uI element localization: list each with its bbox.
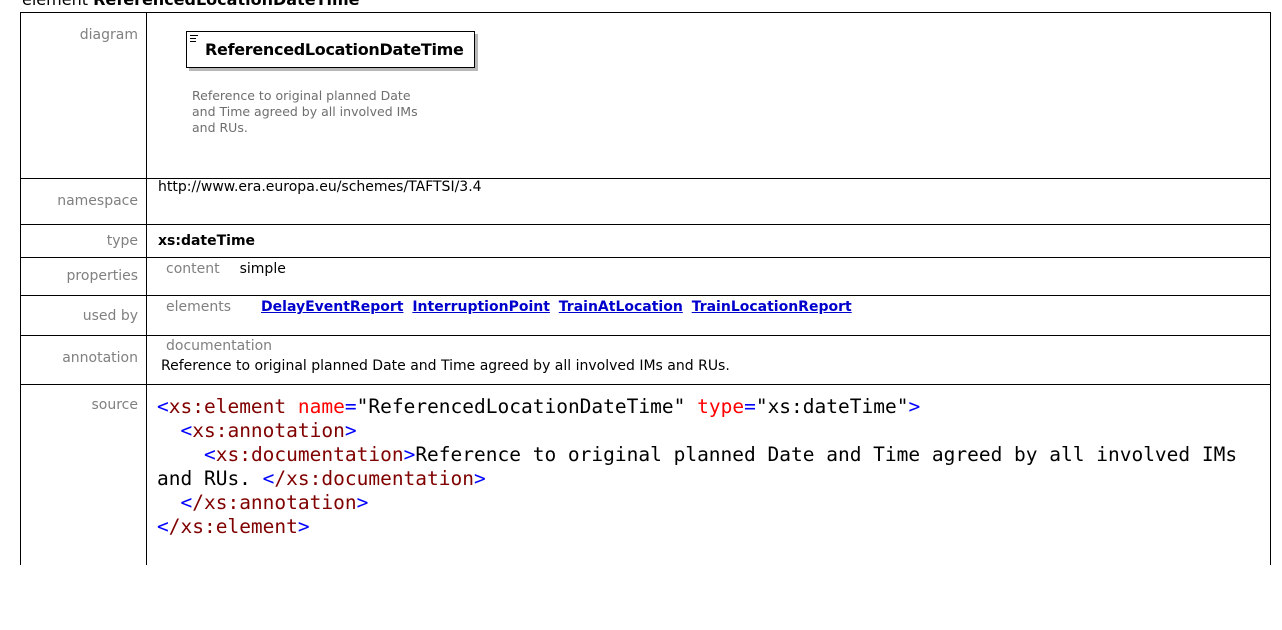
page-title-prefix: element [22, 0, 88, 9]
used-by-key: elements [166, 299, 232, 315]
page-title: element ReferencedLocationDateTime [22, 0, 359, 9]
link-interruption-point[interactable]: InterruptionPoint [412, 299, 550, 315]
annotation-row: annotation documentation Reference to or… [20, 335, 1271, 385]
properties-label: properties [20, 257, 147, 296]
namespace-label: namespace [20, 178, 147, 225]
type-label: type [20, 224, 147, 258]
used-by-row: used by elements DelayEventReport Interr… [20, 295, 1271, 336]
namespace-value: http://www.era.europa.eu/schemes/TAFTSI/… [146, 178, 1271, 225]
namespace-row: namespace http://www.era.europa.eu/schem… [20, 178, 1271, 225]
link-delay-event-report[interactable]: DelayEventReport [261, 299, 403, 315]
diagram: ReferencedLocationDateTime Reference to … [158, 13, 1270, 178]
diagram-element-box: ReferencedLocationDateTime [186, 31, 475, 68]
page-title-name: ReferencedLocationDateTime [93, 0, 359, 9]
properties-row: properties content simple [20, 257, 1271, 296]
used-by-links: DelayEventReport InterruptionPoint Train… [261, 299, 856, 315]
used-by-label: used by [20, 295, 147, 336]
sequence-lines-icon [190, 35, 198, 44]
diagram-label: diagram [20, 12, 147, 179]
diagram-row: diagram ReferencedLocationDateTime Refer… [20, 12, 1271, 179]
annotation-text: Reference to original planned Date and T… [161, 358, 730, 374]
source-label: source [20, 384, 147, 565]
diagram-description: Reference to original planned Date and T… [192, 88, 418, 135]
link-train-location-report[interactable]: TrainLocationReport [692, 299, 852, 315]
element-doc-table: diagram ReferencedLocationDateTime Refer… [20, 12, 1271, 565]
type-row: type xs:dateTime [20, 224, 1271, 258]
annotation-label: annotation [20, 335, 147, 385]
diagram-element-name: ReferencedLocationDateTime [205, 40, 464, 59]
source-row: source <xs:element name="ReferencedLocat… [20, 384, 1271, 565]
link-train-at-location[interactable]: TrainAtLocation [559, 299, 683, 315]
properties-value: simple [239, 261, 286, 277]
source-code: <xs:element name="ReferencedLocationDate… [157, 395, 1249, 538]
type-value: xs:dateTime [146, 224, 1271, 258]
annotation-key: documentation [166, 338, 273, 354]
properties-key: content [166, 261, 220, 277]
